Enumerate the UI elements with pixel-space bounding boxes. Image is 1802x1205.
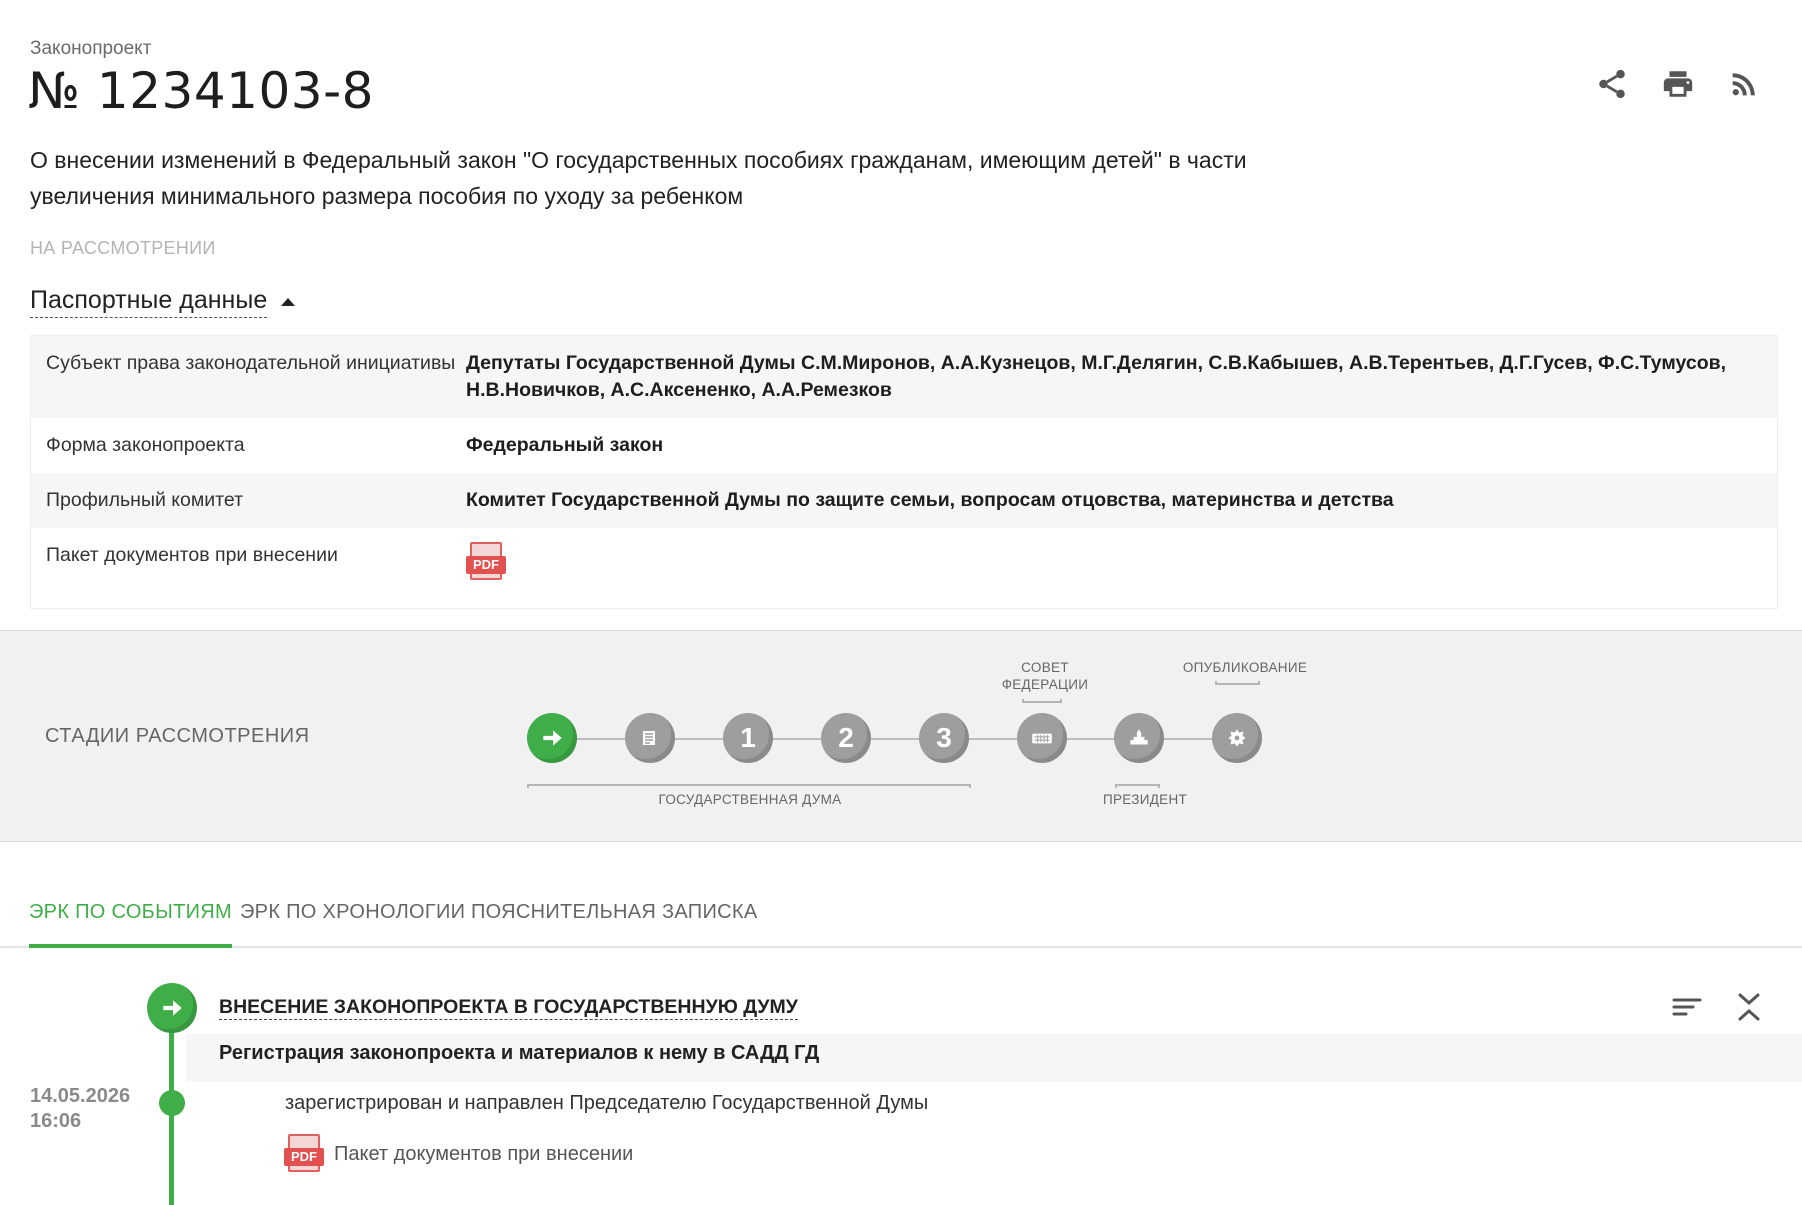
event-document-label: Пакет документов при внесении: [334, 1142, 634, 1165]
tab-events[interactable]: ЭРК ПО СОБЫТИЯМ: [29, 901, 232, 948]
bracket-publication: [1215, 681, 1260, 685]
arrow-right-icon: [163, 1000, 182, 1016]
share-icon: [1599, 69, 1625, 99]
filter-button[interactable]: [1670, 990, 1704, 1024]
print-button[interactable]: [1660, 66, 1696, 102]
passport-value: Федеральный закон: [466, 434, 664, 456]
keyboard-icon: [1032, 733, 1052, 744]
passport-table: Субъект права законодательной инициативы…: [30, 335, 1778, 609]
arrow-right-icon: [543, 730, 562, 746]
substage-title: Регистрация законопроекта и материалов к…: [219, 1042, 820, 1064]
page: Законопроект № 1234103-8 О внесении изме…: [0, 0, 1802, 1205]
passport-key: Форма законопроекта: [46, 434, 245, 456]
tab-explanatory-note[interactable]: ПОЯСНИТЕЛЬНАЯ ЗАПИСКА: [471, 901, 757, 944]
collapse-button[interactable]: [1732, 990, 1766, 1024]
stage-group-publication: ОПУБЛИКОВАНИЕ: [1182, 660, 1308, 675]
stage-step-reading-1[interactable]: 1: [723, 713, 773, 763]
collapse-icon: [1738, 993, 1760, 1021]
event-marker: [159, 1090, 185, 1116]
print-icon: [1663, 71, 1693, 97]
pdf-tag: PDF: [284, 1148, 324, 1166]
stage-group-president: ПРЕЗИДЕНТ: [1102, 792, 1188, 807]
bill-title: О внесении изменений в Федеральный закон…: [30, 147, 1247, 209]
stage-step-president[interactable]: [1114, 713, 1164, 763]
stage-step-reading-3[interactable]: 3: [919, 713, 969, 763]
stage-step-publication[interactable]: [1212, 713, 1262, 763]
event-document-link[interactable]: PDF Пакет документов при внесении: [284, 1134, 633, 1174]
passport-row: Субъект права законодательной инициативы…: [31, 336, 1777, 418]
pdf-tag: PDF: [466, 556, 506, 574]
document-list-icon: [643, 731, 655, 745]
pdf-icon: PDF: [284, 1134, 324, 1174]
event-stage-marker: [147, 983, 197, 1033]
page-kicker: Законопроект: [30, 38, 152, 59]
stage-group-duma: ГОСУДАРСТВЕННАЯ ДУМА: [658, 792, 842, 807]
stage-group-council: СОВЕТ ФЕДЕРАЦИИ: [1001, 660, 1089, 692]
event-date: 14.05.2026: [30, 1085, 131, 1107]
bill-status: НА РАССМОТРЕНИИ: [30, 238, 216, 258]
passport-toggle[interactable]: Паспортные данные: [30, 286, 296, 318]
rss-icon: [1732, 73, 1755, 96]
filter-lines-icon: [1672, 998, 1702, 1016]
rss-button[interactable]: [1726, 66, 1762, 102]
passport-value: Комитет Государственной Думы по защите с…: [466, 489, 1394, 511]
passport-key: Профильный комитет: [46, 489, 244, 511]
erk-tabs: ЭРК ПО СОБЫТИЯМ ЭРК ПО ХРОНОЛОГИИ ПОЯСНИ…: [0, 895, 1802, 948]
bill-number: № 1234103-8: [28, 62, 374, 120]
caret-up-icon: [281, 298, 296, 306]
pdf-download-icon[interactable]: PDF: [466, 542, 506, 582]
event-stage-title[interactable]: ВНЕСЕНИЕ ЗАКОНОПРОЕКТА В ГОСУДАРСТВЕННУЮ…: [219, 996, 798, 1020]
passport-key: Субъект права законодательной инициативы: [46, 352, 456, 374]
passport-row: Форма законопроекта Федеральный закон: [31, 418, 1777, 473]
bracket-duma: [527, 784, 971, 788]
bracket-president: [1115, 784, 1160, 788]
passport-row: Пакет документов при внесении PDF: [31, 528, 1777, 608]
stage-step-introduction[interactable]: [527, 713, 577, 763]
event-tools: [1670, 990, 1766, 1024]
header-actions: [1594, 66, 1762, 102]
stage-step-federation-council[interactable]: [1017, 713, 1067, 763]
stages-band: СТАДИИ РАССМОТРЕНИЯ СОВЕТ ФЕДЕРАЦИИ ОПУБ…: [0, 630, 1802, 842]
passport-value: Депутаты Государственной Думы С.М.Мироно…: [466, 352, 1727, 401]
tab-chronology[interactable]: ЭРК ПО ХРОНОЛОГИИ: [240, 901, 465, 944]
share-button[interactable]: [1594, 66, 1630, 102]
stage-step-reading-2[interactable]: 2: [821, 713, 871, 763]
stages-title: СТАДИИ РАССМОТРЕНИЯ: [45, 725, 310, 747]
event-time: 16:06: [30, 1110, 82, 1132]
building-icon: [1130, 729, 1148, 745]
passport-value: PDF: [466, 542, 1777, 590]
emblem-icon: [1228, 729, 1246, 747]
event-description: зарегистрирован и направлен Председателю…: [285, 1092, 929, 1114]
passport-row: Профильный комитет Комитет Государственн…: [31, 473, 1777, 528]
passport-toggle-label: Паспортные данные: [30, 286, 268, 318]
event-datetime: 14.05.2026 16:06: [30, 1084, 130, 1134]
bracket-council: [1022, 699, 1062, 703]
passport-key: Пакет документов при внесении: [46, 544, 338, 566]
stage-step-preliminary[interactable]: [625, 713, 675, 763]
